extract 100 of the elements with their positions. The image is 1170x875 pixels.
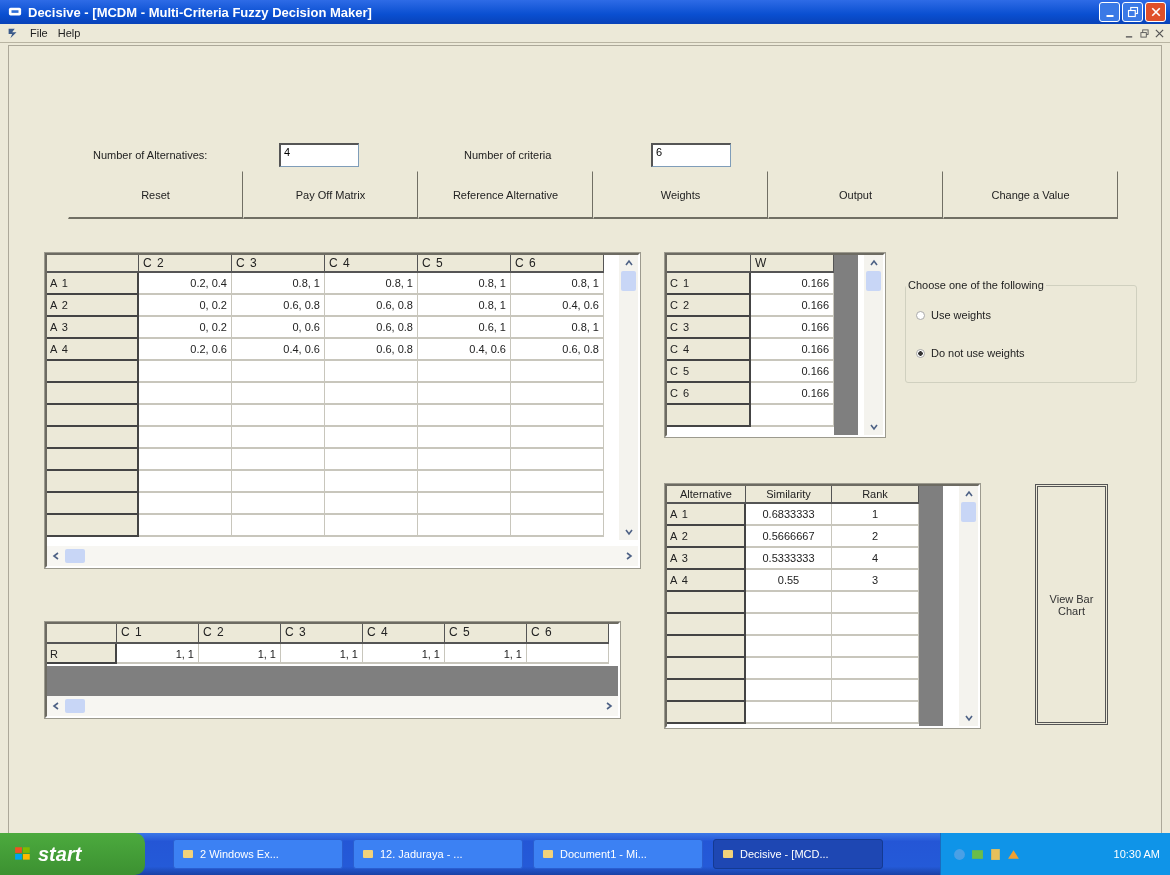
horizontal-scrollbar[interactable] xyxy=(47,696,618,716)
close-button[interactable] xyxy=(1145,2,1166,22)
radio-button[interactable] xyxy=(916,348,925,358)
horizontal-scrollbar[interactable] xyxy=(47,546,638,566)
scroll-down-icon[interactable] xyxy=(868,422,879,432)
column-header: Rank xyxy=(832,486,919,504)
table-cell: 0.6, 0.8 xyxy=(232,295,325,317)
table-cell: 0.8, 1 xyxy=(418,273,511,295)
table-cell: 1, 1 xyxy=(117,644,199,664)
window-title: Decisive - [MCDM - Multi-Criteria Fuzzy Decision Maker] xyxy=(28,4,372,20)
clock: 10:30 AM xyxy=(1113,848,1160,860)
row-header: A 3 xyxy=(47,317,139,339)
corner-cell xyxy=(47,624,117,644)
window-icon xyxy=(542,848,554,860)
table-cell: 0.6, 1 xyxy=(418,317,511,339)
table-cell: 0.8, 1 xyxy=(325,273,418,295)
table-cell: 1, 1 xyxy=(281,644,363,664)
scroll-up-icon[interactable] xyxy=(963,489,974,499)
scroll-right-icon[interactable] xyxy=(624,551,634,561)
table-cell: 0.55 xyxy=(746,570,832,592)
radio-option[interactable]: Do not use weights xyxy=(916,343,1126,363)
toolbar-button[interactable]: Reset xyxy=(68,171,243,219)
scroll-thumb[interactable] xyxy=(65,549,85,563)
table-cell: 0.6, 0.8 xyxy=(325,339,418,361)
table-cell: 0.5666667 xyxy=(746,526,832,548)
table-cell: 0, 0.2 xyxy=(139,295,232,317)
radio-button[interactable] xyxy=(916,310,925,320)
table-cell: 0, 0.6 xyxy=(232,317,325,339)
input-field[interactable]: 6 xyxy=(651,143,731,167)
toolbar-button[interactable]: Change a Value xyxy=(943,171,1118,219)
radio-option[interactable]: Use weights xyxy=(916,305,1126,325)
table-cell: 1, 1 xyxy=(363,644,445,664)
toolbar-button[interactable]: Pay Off Matrix xyxy=(243,171,418,219)
column-header: C 2 xyxy=(199,624,281,644)
column-header: C 4 xyxy=(325,255,418,273)
column-header: Similarity xyxy=(746,486,832,504)
window-icon xyxy=(362,848,374,860)
column-header: Alternative xyxy=(667,486,746,504)
scroll-up-icon[interactable] xyxy=(623,258,634,268)
column-header: C 6 xyxy=(511,255,604,273)
scroll-right-icon[interactable] xyxy=(604,701,614,711)
taskbar-item[interactable]: 12. Jaduraya - ... xyxy=(353,839,523,869)
table-cell: 0.8, 1 xyxy=(511,317,604,339)
row-header: C 5 xyxy=(667,361,751,383)
row-header: R xyxy=(47,644,117,664)
toolbar-button[interactable]: Weights xyxy=(593,171,768,219)
menu-item[interactable]: File xyxy=(30,27,48,39)
table-cell: 0.6, 0.8 xyxy=(511,339,604,361)
vertical-scrollbar[interactable] xyxy=(619,255,638,540)
row-header: C 2 xyxy=(667,295,751,317)
taskbar-item[interactable]: 2 Windows Ex... xyxy=(173,839,343,869)
scroll-down-icon[interactable] xyxy=(963,713,974,723)
column-header: C 1 xyxy=(117,624,199,644)
taskbar-item[interactable]: Decisive - [MCD... xyxy=(713,839,883,869)
vertical-scrollbar[interactable] xyxy=(959,486,978,726)
row-header: C 6 xyxy=(667,383,751,405)
scroll-left-icon[interactable] xyxy=(51,551,61,561)
restore-icon[interactable] xyxy=(1140,28,1149,38)
menu-item[interactable]: Help xyxy=(57,27,81,39)
scroll-down-icon[interactable] xyxy=(623,527,634,537)
row-header: A 4 xyxy=(47,339,139,361)
column-header: C 4 xyxy=(363,624,445,644)
column-header: C 3 xyxy=(232,255,325,273)
table-cell: 1, 1 xyxy=(445,644,527,664)
row-header: A 1 xyxy=(667,504,746,526)
scroll-thumb[interactable] xyxy=(961,502,976,522)
table-cell: 0.4, 0.6 xyxy=(418,339,511,361)
table-cell: 0.2, 0.4 xyxy=(139,273,232,295)
taskbar-item[interactable]: Document1 - Mi... xyxy=(533,839,703,869)
group-legend: Choose one of the following xyxy=(906,279,1046,291)
table-cell: 0.6, 0.8 xyxy=(325,317,418,339)
table-cell: 1, 1 xyxy=(199,644,281,664)
vertical-scrollbar[interactable] xyxy=(864,255,883,435)
maximize-button[interactable] xyxy=(1122,2,1143,22)
close-icon[interactable] xyxy=(1155,28,1164,38)
window-icon xyxy=(182,848,194,860)
input-field[interactable]: 4 xyxy=(279,143,359,167)
table-cell: 0, 0.2 xyxy=(139,317,232,339)
row-header: A 4 xyxy=(667,570,746,592)
table-cell: 0.4, 0.6 xyxy=(232,339,325,361)
table-cell: 0.2, 0.6 xyxy=(139,339,232,361)
restore-icon xyxy=(1126,6,1139,18)
column-header: C 5 xyxy=(445,624,527,644)
column-header: W xyxy=(751,255,834,273)
scroll-thumb[interactable] xyxy=(621,271,636,291)
scroll-left-icon[interactable] xyxy=(51,701,61,711)
table-cell: 0.8, 1 xyxy=(511,273,604,295)
column-header: C 6 xyxy=(527,624,609,644)
toolbar-button[interactable]: Reference Alternative xyxy=(418,171,593,219)
minimize-button[interactable] xyxy=(1099,2,1120,22)
table-cell: 0.6, 0.8 xyxy=(325,295,418,317)
view-chart-button[interactable]: View Bar Chart xyxy=(1035,484,1108,725)
scroll-thumb[interactable] xyxy=(65,699,85,713)
row-header: A 2 xyxy=(667,526,746,548)
window-icon xyxy=(722,848,734,860)
toolbar-button[interactable]: Output xyxy=(768,171,943,219)
scroll-up-icon[interactable] xyxy=(868,258,879,268)
scroll-thumb[interactable] xyxy=(866,271,881,291)
table-cell: 0.6833333 xyxy=(746,504,832,526)
row-header: C 3 xyxy=(667,317,751,339)
